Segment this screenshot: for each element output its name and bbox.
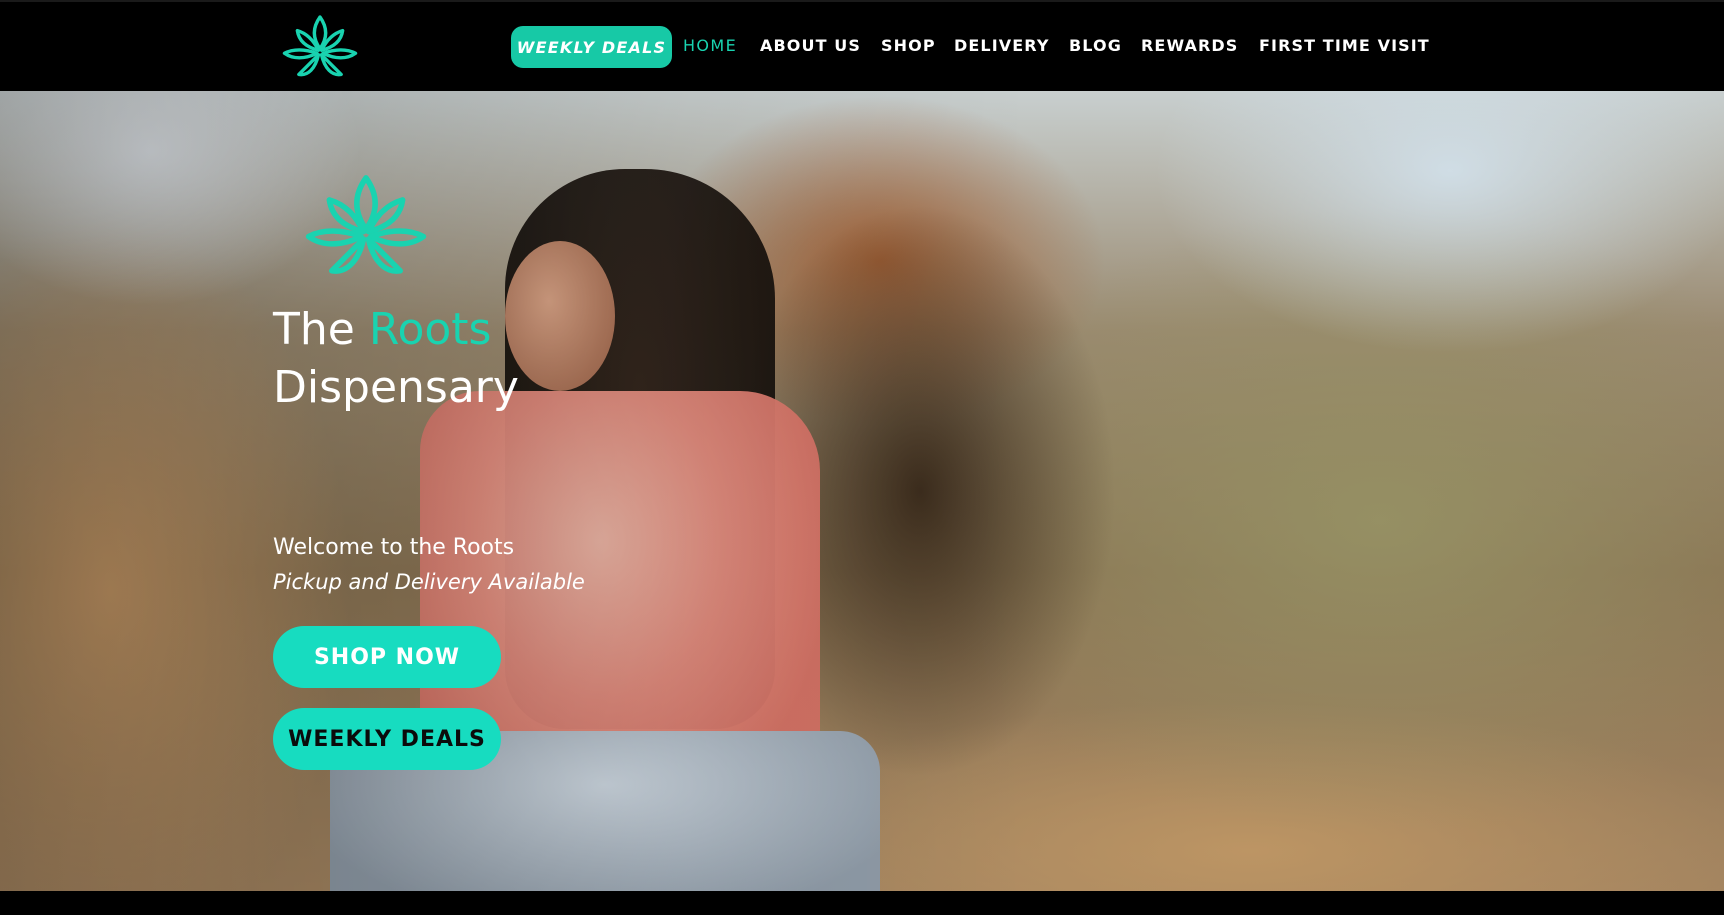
hero-title: The Roots Dispensary — [273, 301, 519, 417]
hero-subtitle: Pickup and Delivery Available — [273, 570, 585, 594]
hero-section: The Roots Dispensary Welcome to the Roots… — [0, 91, 1724, 891]
bottom-bar — [0, 891, 1724, 915]
page: WEEKLY DEALS HOME ABOUT US SHOP DELIVERY… — [0, 0, 1724, 915]
nav-item-home[interactable]: HOME — [683, 36, 737, 56]
site-header: WEEKLY DEALS HOME ABOUT US SHOP DELIVERY… — [0, 0, 1724, 91]
main-nav: WEEKLY DEALS HOME ABOUT US SHOP DELIVERY… — [0, 2, 1724, 93]
hero-welcome-text: Welcome to the Roots — [273, 535, 515, 560]
nav-item-about-us[interactable]: ABOUT US — [760, 36, 861, 56]
nav-item-first-time-visit[interactable]: FIRST TIME VISIT — [1259, 36, 1430, 56]
weekly-deals-button[interactable]: WEEKLY DEALS — [273, 708, 501, 770]
hero-title-the: The — [273, 304, 355, 355]
hero-logo-icon — [305, 175, 427, 274]
hero-title-dispensary: Dispensary — [273, 362, 519, 413]
nav-weekly-deals-button[interactable]: WEEKLY DEALS — [511, 26, 672, 68]
nav-item-delivery[interactable]: DELIVERY — [954, 36, 1050, 56]
nav-item-blog[interactable]: BLOG — [1069, 36, 1122, 56]
hero-title-roots: Roots — [368, 304, 492, 355]
nav-item-shop[interactable]: SHOP — [881, 36, 936, 56]
nav-item-rewards[interactable]: REWARDS — [1141, 36, 1238, 56]
shop-now-button[interactable]: SHOP NOW — [273, 626, 501, 688]
hero-overlay — [0, 91, 1724, 891]
